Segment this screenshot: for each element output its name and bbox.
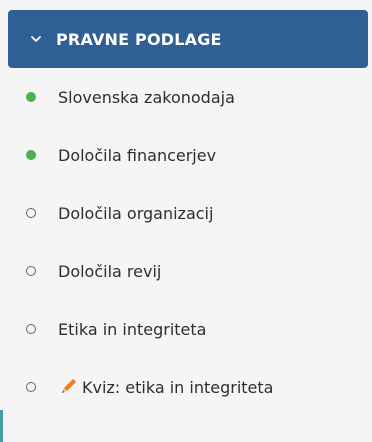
not-started-status-icon bbox=[26, 324, 36, 334]
course-outline-panel: PRAVNE PODLAGE Slovenska zakonodaja Dolo… bbox=[0, 0, 372, 442]
lesson-item-dolocila-financerjev[interactable]: Določila financerjev bbox=[0, 126, 372, 184]
section-title: PRAVNE PODLAGE bbox=[56, 29, 222, 49]
not-started-status-icon bbox=[26, 382, 36, 392]
chevron-down-icon bbox=[30, 33, 42, 45]
lesson-item-dolocila-revij[interactable]: Določila revij bbox=[0, 242, 372, 300]
lesson-label: Določila financerjev bbox=[58, 145, 217, 165]
lesson-item-kviz-etika-in-integriteta[interactable]: Kviz: etika in integriteta bbox=[0, 358, 372, 416]
lesson-label: Določila revij bbox=[58, 261, 162, 281]
completed-status-icon bbox=[26, 150, 36, 160]
section-header-pravne-podlage[interactable]: PRAVNE PODLAGE bbox=[8, 10, 368, 68]
lesson-label: Kviz: etika in integriteta bbox=[82, 377, 274, 397]
lesson-item-dolocila-organizacij[interactable]: Določila organizacij bbox=[0, 184, 372, 242]
completed-status-icon bbox=[26, 92, 36, 102]
not-started-status-icon bbox=[26, 208, 36, 218]
lesson-list: Slovenska zakonodaja Določila financerje… bbox=[0, 68, 372, 416]
pencil-icon bbox=[58, 377, 78, 397]
lesson-label: Etika in integriteta bbox=[58, 319, 207, 339]
lesson-item-slovenska-zakonodaja[interactable]: Slovenska zakonodaja bbox=[0, 68, 372, 126]
lesson-label: Določila organizacij bbox=[58, 203, 214, 223]
not-started-status-icon bbox=[26, 266, 36, 276]
lesson-label: Slovenska zakonodaja bbox=[58, 87, 235, 107]
lesson-item-etika-in-integriteta[interactable]: Etika in integriteta bbox=[0, 300, 372, 358]
active-indicator bbox=[0, 410, 3, 442]
